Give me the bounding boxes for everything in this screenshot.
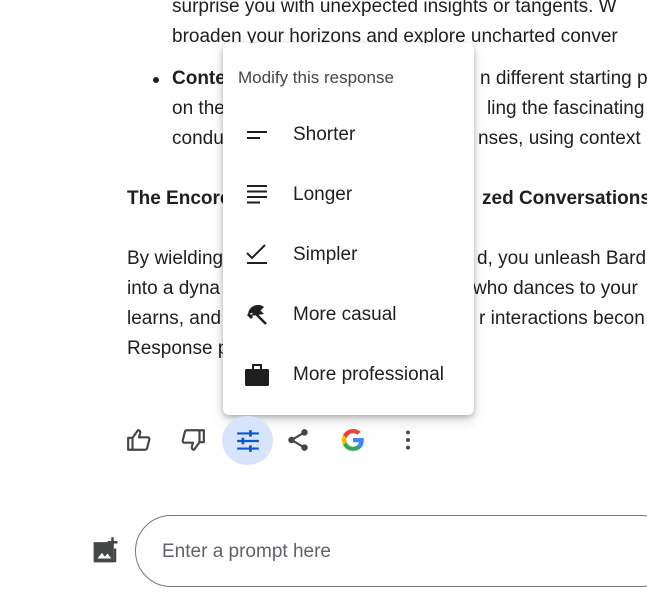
menu-item-longer[interactable]: Longer bbox=[223, 165, 474, 225]
more-vert-icon bbox=[406, 430, 410, 450]
check-lines-icon bbox=[244, 242, 270, 268]
thumbs-down-button[interactable] bbox=[175, 422, 211, 458]
menu-item-shorter[interactable]: Shorter bbox=[223, 105, 474, 165]
prompt-input[interactable] bbox=[160, 536, 644, 568]
google-search-button[interactable] bbox=[335, 422, 371, 458]
modify-response-menu: Modify this response Shorter Longer Simp… bbox=[223, 43, 474, 415]
tune-icon bbox=[237, 430, 259, 452]
long-text-icon bbox=[244, 182, 270, 208]
menu-item-simpler[interactable]: Simpler bbox=[223, 225, 474, 285]
section-heading: zed Conversations bbox=[482, 188, 647, 209]
response-line: Response p bbox=[127, 338, 229, 359]
modify-response-button[interactable] bbox=[222, 416, 273, 465]
menu-item-label: Simpler bbox=[293, 244, 358, 265]
response-line: condu bbox=[172, 128, 224, 149]
response-line: into a dyna bbox=[127, 278, 220, 299]
menu-item-more-professional[interactable]: More professional bbox=[223, 345, 474, 405]
response-line: nses, using context bbox=[478, 128, 641, 149]
thumbs-up-icon bbox=[127, 429, 151, 451]
share-icon bbox=[288, 429, 308, 451]
response-line: on the bbox=[172, 98, 225, 119]
prompt-box bbox=[135, 515, 647, 587]
briefcase-icon bbox=[244, 362, 270, 388]
response-line: surprise you with unexpected insights or… bbox=[172, 0, 617, 17]
response-line: ling the fascinating bbox=[487, 98, 645, 119]
response-line: n different starting p bbox=[480, 68, 647, 89]
menu-item-more-casual[interactable]: More casual bbox=[223, 285, 474, 345]
response-line: r interactions becon bbox=[479, 308, 645, 329]
section-heading: The Encore bbox=[127, 188, 231, 209]
short-text-icon bbox=[244, 122, 270, 148]
menu-title: Modify this response bbox=[238, 68, 394, 87]
google-g-icon bbox=[341, 428, 364, 451]
beach-umbrella-icon bbox=[244, 302, 270, 328]
add-photo-icon bbox=[93, 537, 118, 563]
bullet-point bbox=[153, 77, 159, 83]
more-options-button[interactable] bbox=[390, 422, 426, 458]
add-image-button[interactable] bbox=[90, 536, 120, 566]
menu-item-label: More casual bbox=[293, 304, 397, 325]
thumbs-up-button[interactable] bbox=[121, 422, 157, 458]
menu-item-label: Shorter bbox=[293, 124, 356, 145]
response-line: who dances to your bbox=[473, 278, 638, 299]
response-line: d, you unleash Bard's bbox=[477, 248, 647, 269]
response-line: By wielding bbox=[127, 248, 224, 269]
response-line: learns, and bbox=[127, 308, 222, 329]
share-button[interactable] bbox=[280, 422, 316, 458]
response-line: Conte bbox=[172, 68, 226, 89]
menu-item-label: More professional bbox=[293, 364, 445, 385]
menu-item-label: Longer bbox=[293, 184, 353, 205]
thumbs-down-icon bbox=[181, 429, 205, 451]
